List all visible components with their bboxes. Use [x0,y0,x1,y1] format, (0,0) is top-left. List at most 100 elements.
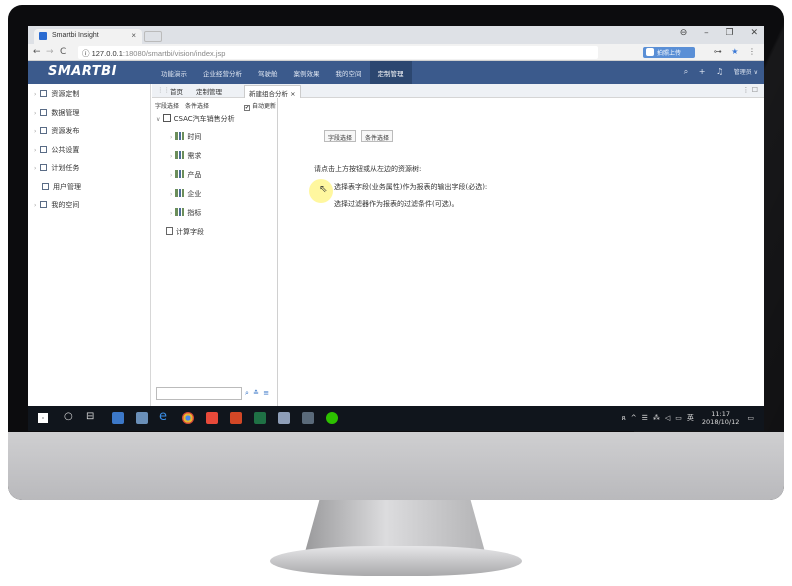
tree-node-enterprise[interactable]: › 企业 [170,189,201,199]
tree-node-demand[interactable]: › 需求 [170,151,201,161]
nav-item-case-effects[interactable]: 案例效果 [286,61,328,84]
nav-item-my-space[interactable]: 我的空间 [328,61,370,84]
condition-select-tab[interactable]: 条件选择 [185,103,209,110]
tab-label: 新建组合分析 [249,90,288,98]
sidebar-item-resource-publish[interactable]: › 资源发布 [28,121,150,140]
auto-refresh-checkbox[interactable]: ✔ [244,105,250,111]
tree-node-calc-field[interactable]: 计算字段 [166,227,204,237]
minimize-button[interactable]: – [704,28,709,38]
reload-icon[interactable]: C [60,47,66,57]
sidebar-item-user-management[interactable]: 用户管理 [28,177,150,196]
tray-chevron-up-icon[interactable]: ^ [631,414,637,422]
search-icon[interactable]: ⌕ [245,389,249,397]
browser-tabstrip: Smartbi Insight × ⊖ – ❐ ✕ [28,26,764,44]
profile-icon[interactable]: ⊖ [680,28,688,38]
app-icon[interactable] [302,412,314,424]
sidebar-item-resource-custom[interactable]: › 资源定制 [28,84,150,103]
notification-icon[interactable]: ▭ [747,414,754,422]
excel-icon[interactable] [254,412,266,424]
photo-upload-extension-button[interactable]: 拍照上传 [643,47,695,58]
sidebar-item-data-management[interactable]: › 数据管理 [28,103,150,122]
system-clock[interactable]: 11:17 2018/10/12 [702,410,739,426]
close-tab-icon[interactable]: × [131,31,136,40]
list-icon[interactable]: ≡ [263,389,269,397]
bell-icon[interactable]: ♫ [716,67,723,76]
browser-menu-icon[interactable]: ⋮ [748,47,756,56]
close-window-button[interactable]: ✕ [750,28,758,38]
chevron-right-icon: › [34,109,37,117]
tab-home[interactable]: 首页 [170,86,183,96]
file-explorer-icon[interactable] [112,412,124,424]
new-tab-button[interactable] [144,31,162,42]
powerpoint-icon[interactable] [230,412,242,424]
tab-new-combined-analysis[interactable]: 新建组合分析 × [244,85,301,98]
people-icon[interactable]: ጸ [622,414,626,423]
nav-item-business-analysis[interactable]: 企业经营分析 [195,61,250,84]
condition-select-button[interactable]: 条件选择 [361,130,394,142]
browser-tab[interactable]: Smartbi Insight × [34,29,142,44]
wechat-icon[interactable] [326,412,338,424]
tab-bar-menu-icon[interactable]: ⋮ ☐ [742,86,758,94]
maximize-button[interactable]: ❐ [726,28,734,38]
auto-refresh-label: 自动更新 [252,103,277,110]
sidebar-item-my-space[interactable]: › 我的空间 [28,195,150,214]
tree-node-label: 时间 [187,133,202,141]
search-icon[interactable]: ⌕ [684,67,688,76]
chevron-right-icon: › [34,91,37,98]
battery-icon[interactable]: ▭ [675,414,682,422]
monitor-stand [305,500,485,552]
sidebar-item-label: 我的空间 [51,201,80,209]
sidebar-item-label: 用户管理 [53,182,81,191]
network-icon[interactable]: ☰ [642,414,648,422]
back-arrow-icon[interactable]: ← [33,47,41,57]
tree-node-label: 计算字段 [176,228,204,236]
collapse-icon[interactable]: ⋮⋮ [157,86,170,94]
sort-icon[interactable]: ≛ [253,389,259,397]
clock-date: 2018/10/12 [701,418,740,426]
nav-item-cockpit[interactable]: 驾驶舱 [250,61,286,84]
ie-icon[interactable]: e [159,409,167,424]
task-view-icon[interactable]: ⊟ [86,411,94,422]
tab-custom-management[interactable]: 定制管理 [196,86,222,96]
field-panel: 字段选择 条件选择 ✔ 自动更新 ∨ CSAC汽车销售分析 › 时间 › 需求 › 产品… [152,98,278,406]
main-nav: 功能演示 企业经营分析 驾驶舱 案例效果 我的空间 定制管理 [153,61,412,84]
dimension-icon [175,170,185,178]
mouse-cursor-icon: ⇖ [319,184,328,195]
store-icon[interactable] [136,412,148,424]
auto-refresh-toggle[interactable]: ✔ 自动更新 [244,101,276,111]
windows-start-icon[interactable] [38,413,48,423]
cortana-icon[interactable]: ○ [64,411,73,422]
sidebar-item-public-settings[interactable]: › 公共设置 [28,140,150,159]
key-icon[interactable]: ⊶ [714,47,722,56]
field-select-button[interactable]: 字段选择 [324,130,357,142]
input-method-indicator[interactable]: 英 [687,413,694,423]
tree-root[interactable]: ∨ CSAC汽车销售分析 [156,114,235,124]
field-select-tab[interactable]: 字段选择 [155,103,179,110]
site-info-icon[interactable]: ⓘ [82,49,90,58]
close-tab-icon[interactable]: × [290,90,295,98]
dimension-icon [175,151,185,159]
sidebar-item-label: 计划任务 [51,164,80,172]
nav-item-custom-management[interactable]: 定制管理 [369,61,412,84]
users-icon [42,182,49,190]
field-search-input[interactable] [156,387,242,400]
user-menu[interactable]: 管理员 ∨ [734,69,758,76]
nav-item-demo[interactable]: 功能演示 [153,61,195,84]
wifi-icon[interactable]: ⁂ [653,414,660,422]
folder-icon [40,201,48,208]
chevron-right-icon: › [34,165,37,172]
forward-arrow-icon[interactable]: → [46,47,54,57]
app-icon[interactable] [278,412,290,424]
tree-node-label: 指标 [187,209,202,217]
tree-node-product[interactable]: › 产品 [170,170,201,180]
sidebar-item-scheduled-tasks[interactable]: › 计划任务 [28,158,150,177]
url-field[interactable]: ⓘ 127.0.0.1:18080/smartbi/vision/index.j… [78,46,598,59]
tree-node-time[interactable]: › 时间 [170,132,201,142]
chrome-icon[interactable] [182,412,194,424]
tree-node-indicator[interactable]: › 指标 [170,208,201,218]
app-icon[interactable] [206,412,218,424]
bookmark-star-icon[interactable]: ★ [731,47,738,56]
volume-icon[interactable]: ◁ [665,414,670,422]
add-icon[interactable]: + [699,67,706,76]
smartbi-logo: SMARTBI [48,64,117,79]
